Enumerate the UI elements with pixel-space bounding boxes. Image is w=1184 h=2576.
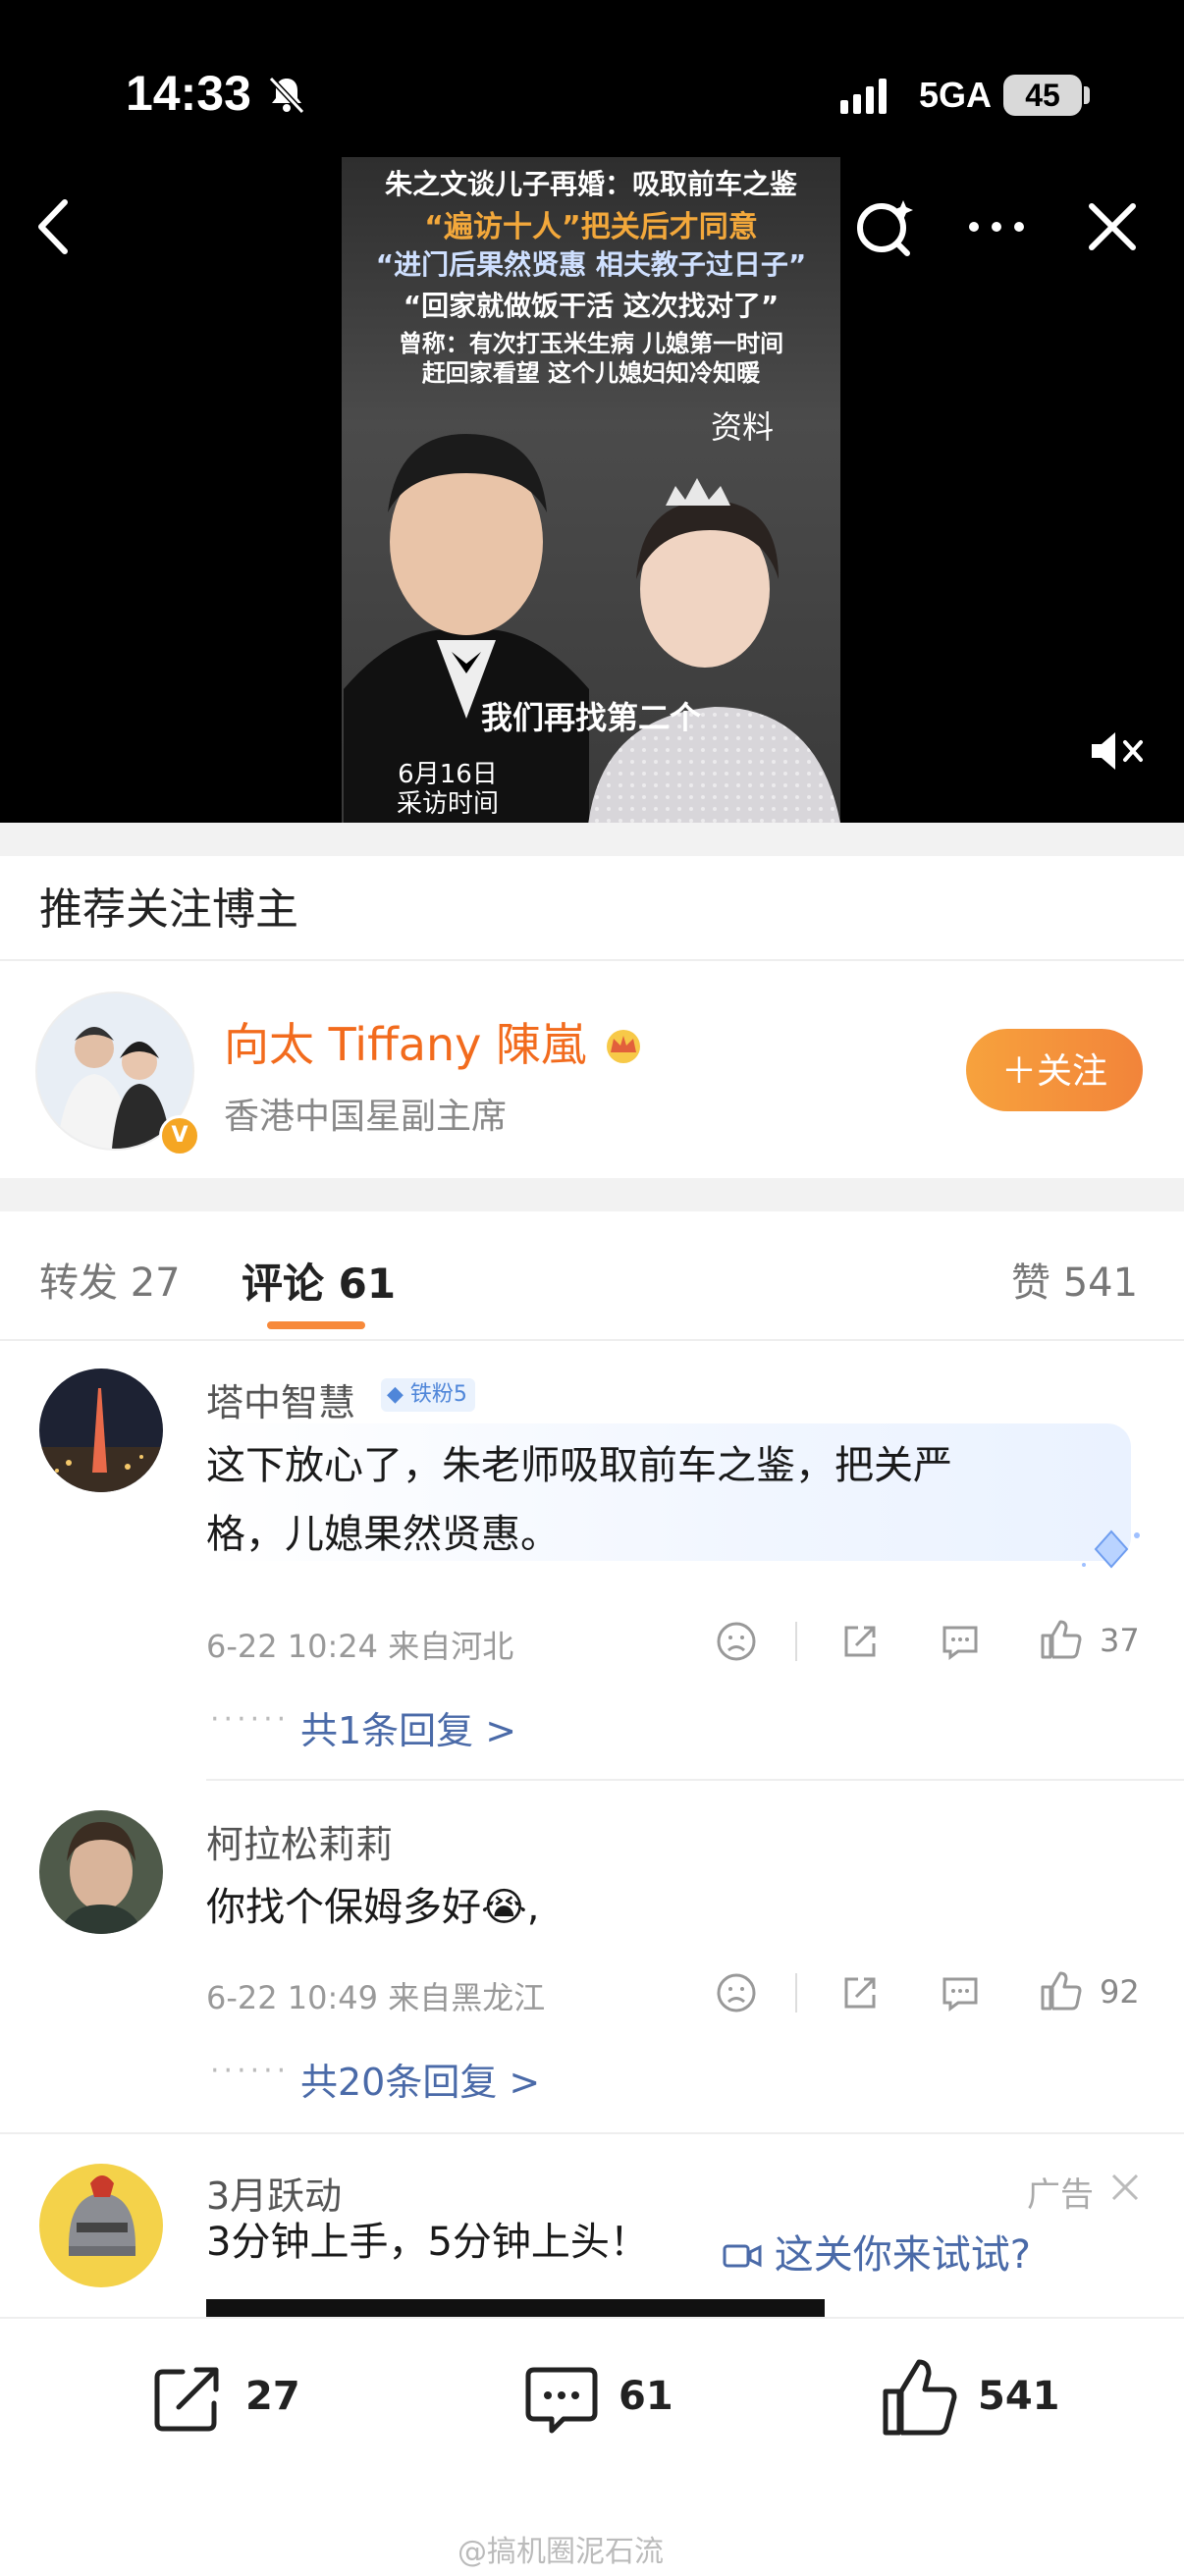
ad-link[interactable]: 这关你来试试? [723,2223,1031,2280]
ad-avatar[interactable] [39,2164,163,2287]
divider [795,1622,797,1661]
follow-button[interactable]: ＋关注 [966,1029,1143,1111]
video-subtitle: 我们再找第二个 [480,699,701,736]
section-gap [0,823,1184,856]
reply-dots: ······ [210,2054,291,2088]
video-caption-line-1: 朱之文谈儿子再婚：吸取前车之鉴 [384,168,797,200]
commenter-name[interactable]: 塔中智慧 [206,1372,355,1426]
mute-icon[interactable] [1088,726,1151,776]
commenter-name[interactable]: 柯拉松莉莉 [206,1814,393,1868]
blogger-name[interactable]: 向太 Tiffany 陳嵐 [224,1009,646,1074]
divider [0,1339,1184,1341]
like-count: 37 [1100,1622,1140,1659]
like-icon[interactable] [880,2356,960,2439]
fan-level-label: 铁粉5 [409,1382,467,1407]
tab-comments[interactable]: 评论 61 [242,1251,396,1311]
battery-level: 45 [1003,75,1082,116]
video-source-tag: 资料 [711,408,775,446]
like-icon[interactable] [1039,1618,1082,1661]
divider [795,1973,797,2012]
comment-text[interactable]: 你找个保姆多好😭, [206,1873,539,1942]
smart-search-icon[interactable] [850,192,919,261]
video-date: 6月16日 [398,760,498,789]
commenter-avatar[interactable] [39,1810,163,1934]
video-frame[interactable]: 朱之文谈儿子再婚：吸取前车之鉴 “遍访十人”把关后才同意 “进门后果然贤惠 相夫… [342,157,840,823]
comment-text-line: 这下放心了，朱老师吸取前车之鉴，把关严 [206,1443,952,1488]
groom-figure [344,434,589,823]
share-icon[interactable] [838,1971,882,2014]
commenter-avatar[interactable] [39,1368,163,1492]
network-type: 5GA [919,75,993,115]
divider [0,959,1184,961]
comment-meta: 6-22 10:24 来自河北 [206,1628,514,1665]
dislike-face-icon[interactable] [715,1971,758,2014]
bubble-decoration-icon [1082,1530,1140,1569]
comment-count[interactable]: 61 [619,2374,673,2419]
ad-name[interactable]: 3月跃动 [206,2166,342,2220]
ad-media-preview[interactable] [206,2299,825,2317]
tab-reposts[interactable]: 转发 27 [39,1251,181,1308]
repost-icon[interactable] [149,2360,228,2439]
section-gap [0,1178,1184,1211]
video-link-icon [723,2244,762,2268]
active-tab-indicator [267,1321,365,1329]
comment-meta: 6-22 10:49 来自黑龙江 [206,1979,546,2016]
view-replies-link[interactable]: 共20条回复 > [300,2052,540,2106]
divider [0,2132,1184,2134]
fan-level-badge: ◆ 铁粉5 [381,1378,475,1412]
video-caption-line-2: “遍访十人”把关后才同意 [424,210,758,244]
view-replies-link[interactable]: 共1条回复 > [300,1700,516,1754]
battery-tip [1084,86,1090,104]
ad-label: 广告 [1027,2175,1094,2215]
diamond-icon: ◆ [387,1382,404,1407]
reply-icon[interactable] [939,1620,982,1663]
reply-icon[interactable] [939,1971,982,2014]
reply-dots: ······ [210,1702,291,1737]
watermark: @搞机圈泥石流 [457,2535,664,2569]
more-options-icon[interactable] [962,192,1031,261]
ad-text: 3分钟上手，5分钟上头！ [206,2220,649,2265]
video-caption-line-4: “回家就做饭干活 这次找对了” [403,290,780,322]
status-time: 14:33 [126,66,251,121]
share-icon[interactable] [838,1620,882,1663]
verified-badge-icon: V [159,1115,200,1156]
comment-icon[interactable] [522,2360,601,2439]
like-count[interactable]: 541 [978,2374,1060,2419]
video-caption-line-6: 赶回家看望 这个儿媳妇知冷知暖 [421,359,761,387]
ad-link-text: 这关你来试试? [774,2232,1031,2278]
like-icon[interactable] [1039,1969,1082,2012]
like-count: 92 [1100,1973,1140,2011]
blogger-description: 香港中国星副主席 [224,1097,508,1137]
bride-figure [588,478,840,823]
comment-text[interactable]: 这下放心了，朱老师吸取前车之鉴，把关严 格，儿媳果然贤惠。 [206,1431,952,1569]
divider [206,1779,1184,1781]
close-icon[interactable] [1078,192,1147,261]
video-date-label: 采访时间 [396,789,499,819]
crown-icon [606,1030,640,1063]
blogger-name-text: 向太 Tiffany 陳嵐 [224,1018,586,1071]
comment-text-line: 格，儿媳果然贤惠。 [206,1512,560,1557]
silent-mode-icon [268,76,305,115]
video-caption-line-3: “进门后果然贤惠 相夫教子过日子” [375,248,807,281]
dislike-face-icon[interactable] [715,1620,758,1663]
recommend-title: 推荐关注博主 [39,885,298,935]
signal-strength-icon [840,79,891,114]
video-date-caption: 6月16日 采访时间 [369,760,526,819]
tab-likes[interactable]: 赞 541 [1011,1251,1138,1308]
back-icon[interactable] [20,192,88,261]
repost-count[interactable]: 27 [245,2374,300,2419]
ad-close-icon[interactable] [1107,2170,1143,2205]
